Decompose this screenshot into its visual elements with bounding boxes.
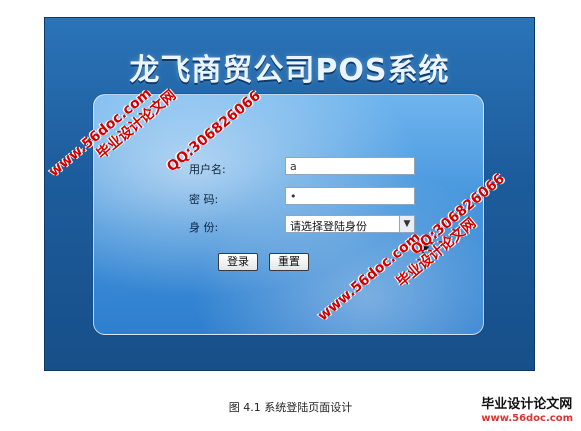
app-title: 龙飞商贸公司POS系统 bbox=[129, 53, 450, 88]
username-row: 用户名: a bbox=[94, 157, 483, 179]
password-row: 密 码: • bbox=[94, 187, 483, 209]
username-label: 用户名: bbox=[189, 163, 226, 176]
site-logo-url: www.56doc.com bbox=[481, 413, 573, 424]
login-panel: 用户名: a 密 码: • 身 份: 请选择登陆身份 ▼ 登录 重置 ➤ bbox=[93, 94, 484, 335]
login-button[interactable]: 登录 bbox=[218, 253, 258, 271]
username-input[interactable]: a bbox=[285, 157, 415, 175]
reset-button[interactable]: 重置 bbox=[269, 253, 309, 271]
site-logo-text: 毕业设计论文网 bbox=[481, 397, 573, 412]
role-select-value: 请选择登陆身份 bbox=[290, 220, 367, 233]
role-label: 身 份: bbox=[189, 221, 219, 234]
role-select[interactable]: 请选择登陆身份 ▼ bbox=[285, 215, 415, 233]
login-window: 龙飞商贸公司POS系统 用户名: a 密 码: • 身 份: 请选择登陆身份 ▼… bbox=[44, 17, 535, 371]
password-input[interactable]: • bbox=[285, 187, 415, 205]
site-logo: 毕业设计论文网 www.56doc.com bbox=[481, 398, 573, 426]
password-label: 密 码: bbox=[189, 193, 219, 206]
